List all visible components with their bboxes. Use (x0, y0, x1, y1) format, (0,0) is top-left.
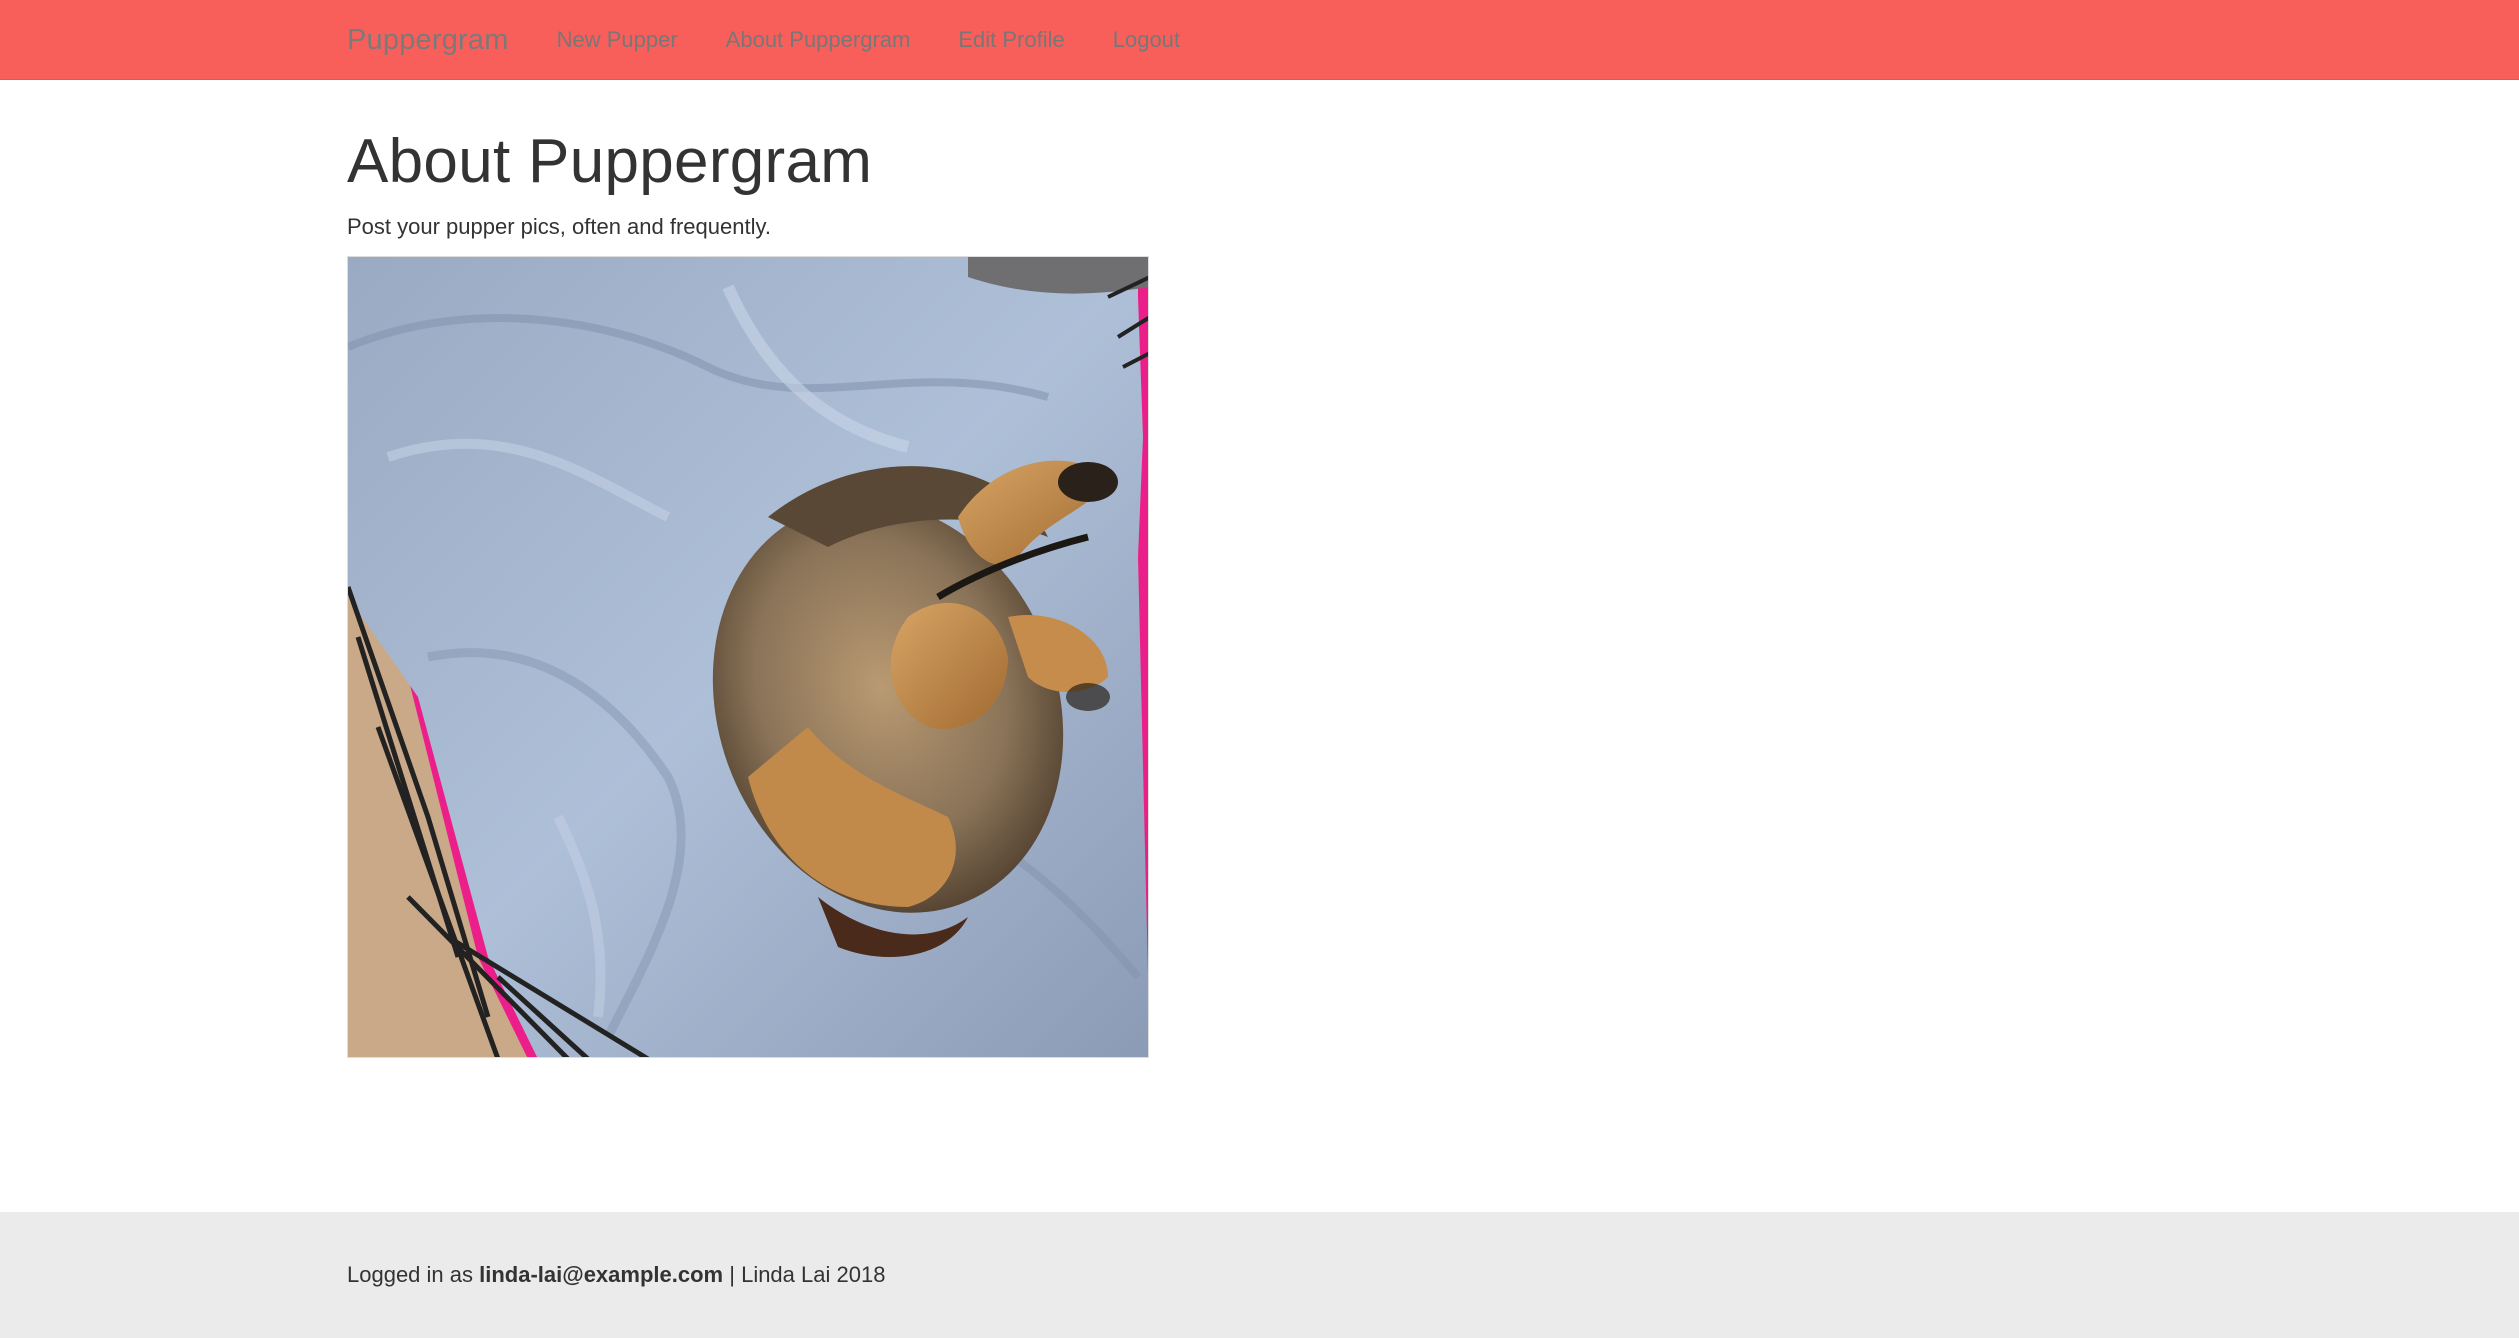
page-title: About Puppergram (347, 127, 873, 196)
navbar-inner: Puppergram New Pupper About Puppergram E… (347, 0, 1228, 80)
pupper-photo (347, 256, 1149, 1058)
puppy-sleeping-image (348, 257, 1148, 1057)
footer-inner: Logged in as linda-lai@example.com | Lin… (347, 1212, 885, 1338)
brand-link[interactable]: Puppergram (347, 24, 509, 57)
nav-logout[interactable]: Logout (1113, 27, 1180, 53)
nav-about-puppergram[interactable]: About Puppergram (726, 27, 911, 53)
nav-new-pupper[interactable]: New Pupper (557, 27, 678, 53)
footer-separator: | (729, 1262, 735, 1287)
footer-user-email: linda-lai@example.com (479, 1262, 724, 1287)
nav-edit-profile[interactable]: Edit Profile (958, 27, 1064, 53)
page-footer: Logged in as linda-lai@example.com | Lin… (0, 1212, 2519, 1338)
footer-credit: Linda Lai 2018 (741, 1262, 886, 1287)
top-navbar: Puppergram New Pupper About Puppergram E… (0, 0, 2519, 80)
footer-logged-in-prefix: Logged in as (347, 1262, 473, 1287)
page-description: Post your pupper pics, often and frequen… (347, 214, 771, 239)
main-content: About Puppergram Post your pupper pics, … (347, 80, 2173, 1058)
